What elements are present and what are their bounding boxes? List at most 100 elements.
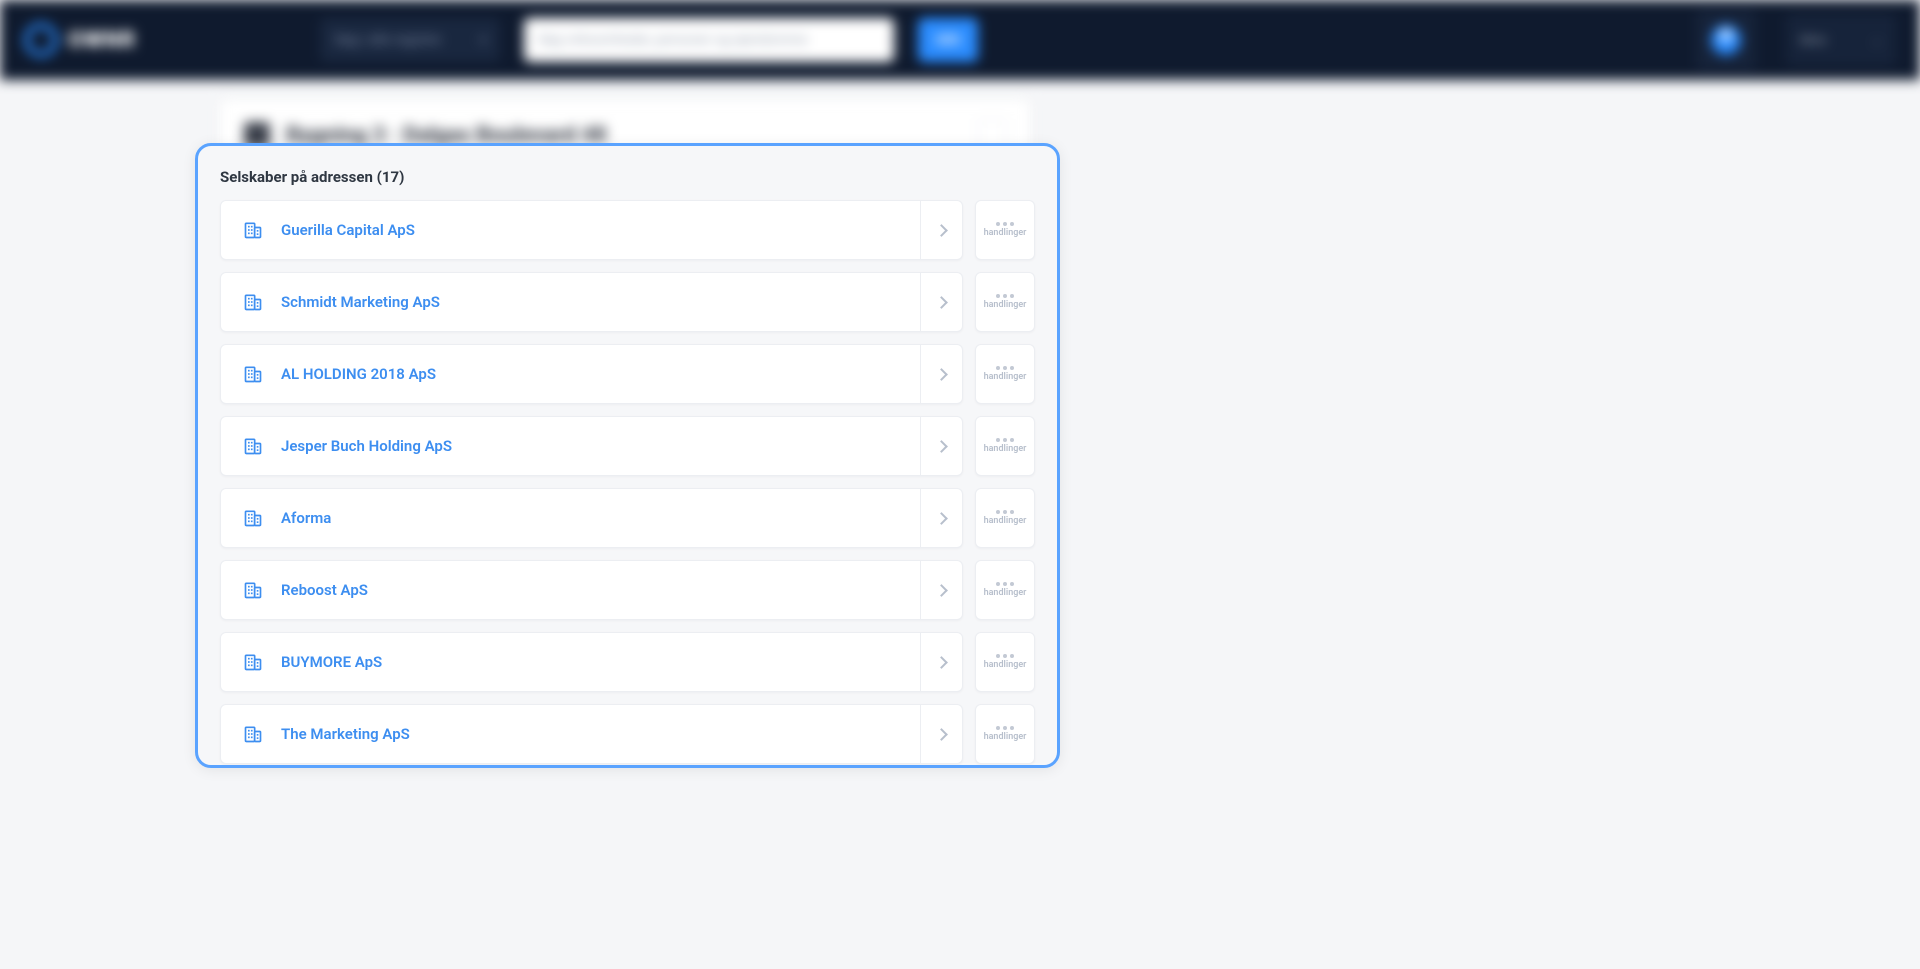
company-actions-button[interactable]: handlinger	[975, 416, 1035, 476]
company-link[interactable]: Guerilla Capital ApS	[221, 220, 920, 240]
actions-label: handlinger	[984, 444, 1027, 454]
company-name: Aforma	[281, 509, 331, 527]
company-open-button[interactable]	[920, 417, 962, 475]
user-avatar-button[interactable]	[1696, 10, 1756, 70]
company-link[interactable]: Jesper Buch Holding ApS	[221, 436, 920, 456]
company-link[interactable]: The Marketing ApS	[221, 724, 920, 744]
company-card: Schmidt Marketing ApS	[220, 272, 963, 332]
user-menu-dropdown[interactable]: Mine ⌄	[1786, 14, 1896, 66]
company-row: Schmidt Marketing ApS handlinger	[220, 272, 1035, 332]
company-open-button[interactable]	[920, 705, 962, 763]
company-card: AL HOLDING 2018 ApS	[220, 344, 963, 404]
company-row: Reboost ApS handlinger	[220, 560, 1035, 620]
company-open-button[interactable]	[920, 345, 962, 403]
dots-icon	[996, 654, 1014, 658]
chevron-right-icon	[935, 368, 948, 381]
search-button-label: SØG	[935, 33, 961, 48]
company-name: AL HOLDING 2018 ApS	[281, 365, 436, 383]
building-icon	[243, 508, 263, 528]
company-name: Reboost ApS	[281, 581, 368, 599]
logo-ring-icon	[24, 23, 58, 57]
company-open-button[interactable]	[920, 561, 962, 619]
company-open-button[interactable]	[920, 489, 962, 547]
user-menu-label: Mine	[1800, 33, 1826, 47]
dots-icon	[996, 294, 1014, 298]
chevron-right-icon	[935, 296, 948, 309]
actions-label: handlinger	[984, 300, 1027, 310]
region-dropdown-label: Søg i alle registre	[334, 32, 441, 48]
company-row: Guerilla Capital ApS handlinger	[220, 200, 1035, 260]
building-icon	[243, 364, 263, 384]
building-icon	[243, 724, 263, 744]
company-open-button[interactable]	[920, 633, 962, 691]
company-link[interactable]: Aforma	[221, 508, 920, 528]
company-actions-button[interactable]: handlinger	[975, 488, 1035, 548]
company-card: Aforma	[220, 488, 963, 548]
building-icon	[243, 220, 263, 240]
company-row: The Marketing ApS handlinger	[220, 704, 1035, 764]
chevron-right-icon	[935, 728, 948, 741]
actions-label: handlinger	[984, 660, 1027, 670]
panel-count: 17	[382, 168, 399, 186]
chevron-right-icon	[935, 440, 948, 453]
chevron-down-icon: ⌄	[1872, 33, 1882, 47]
search-button[interactable]: SØG	[918, 18, 978, 62]
company-row: Jesper Buch Holding ApS handlinger	[220, 416, 1035, 476]
company-link[interactable]: AL HOLDING 2018 ApS	[221, 364, 920, 384]
actions-label: handlinger	[984, 732, 1027, 742]
company-card: Jesper Buch Holding ApS	[220, 416, 963, 476]
chevron-right-icon	[935, 656, 948, 669]
app-logo[interactable]: OWNR	[24, 23, 136, 57]
company-card: Guerilla Capital ApS	[220, 200, 963, 260]
dots-icon	[996, 222, 1014, 226]
chevron-right-icon	[935, 512, 948, 525]
company-row: BUYMORE ApS handlinger	[220, 632, 1035, 692]
actions-label: handlinger	[984, 588, 1027, 598]
company-link[interactable]: Reboost ApS	[221, 580, 920, 600]
panel-title-prefix: Selskaber på adressen	[220, 168, 373, 186]
company-actions-button[interactable]: handlinger	[975, 200, 1035, 260]
actions-label: handlinger	[984, 372, 1027, 382]
company-row: Aforma handlinger	[220, 488, 1035, 548]
topbar: OWNR Søg i alle registre ▾ Søg virksomhe…	[0, 0, 1920, 80]
building-icon	[243, 580, 263, 600]
company-row: AL HOLDING 2018 ApS handlinger	[220, 344, 1035, 404]
dots-icon	[996, 438, 1014, 442]
actions-label: handlinger	[984, 228, 1027, 238]
search-placeholder: Søg virksomheder, personer og ejendomme	[538, 32, 807, 48]
building-icon	[243, 652, 263, 672]
chevron-right-icon	[935, 584, 948, 597]
building-icon	[243, 436, 263, 456]
company-actions-button[interactable]: handlinger	[975, 344, 1035, 404]
company-open-button[interactable]	[920, 201, 962, 259]
company-actions-button[interactable]: handlinger	[975, 560, 1035, 620]
chevron-right-icon	[935, 224, 948, 237]
company-card: Reboost ApS	[220, 560, 963, 620]
company-actions-button[interactable]: handlinger	[975, 704, 1035, 764]
logo-text: OWNR	[68, 28, 136, 53]
region-dropdown[interactable]: Søg i alle registre ▾	[320, 18, 500, 62]
company-name: The Marketing ApS	[281, 725, 410, 743]
company-card: The Marketing ApS	[220, 704, 963, 764]
company-open-button[interactable]	[920, 273, 962, 331]
dots-icon	[996, 582, 1014, 586]
dots-icon	[996, 366, 1014, 370]
building-icon	[243, 292, 263, 312]
company-name: Schmidt Marketing ApS	[281, 293, 440, 311]
companies-panel-title: Selskaber på adressen (17)	[220, 168, 1035, 186]
company-list: Guerilla Capital ApShandlingerSchmidt Ma…	[220, 200, 1035, 764]
search-input[interactable]: Søg virksomheder, personer og ejendomme	[524, 18, 894, 62]
company-link[interactable]: BUYMORE ApS	[221, 652, 920, 672]
company-name: Guerilla Capital ApS	[281, 221, 415, 239]
company-name: BUYMORE ApS	[281, 653, 382, 671]
chevron-down-icon: ▾	[480, 33, 486, 47]
companies-panel: Selskaber på adressen (17) Guerilla Capi…	[195, 143, 1060, 768]
company-name: Jesper Buch Holding ApS	[281, 437, 452, 455]
company-card: BUYMORE ApS	[220, 632, 963, 692]
avatar-icon	[1711, 25, 1741, 55]
company-link[interactable]: Schmidt Marketing ApS	[221, 292, 920, 312]
dots-icon	[996, 726, 1014, 730]
company-actions-button[interactable]: handlinger	[975, 272, 1035, 332]
actions-label: handlinger	[984, 516, 1027, 526]
company-actions-button[interactable]: handlinger	[975, 632, 1035, 692]
